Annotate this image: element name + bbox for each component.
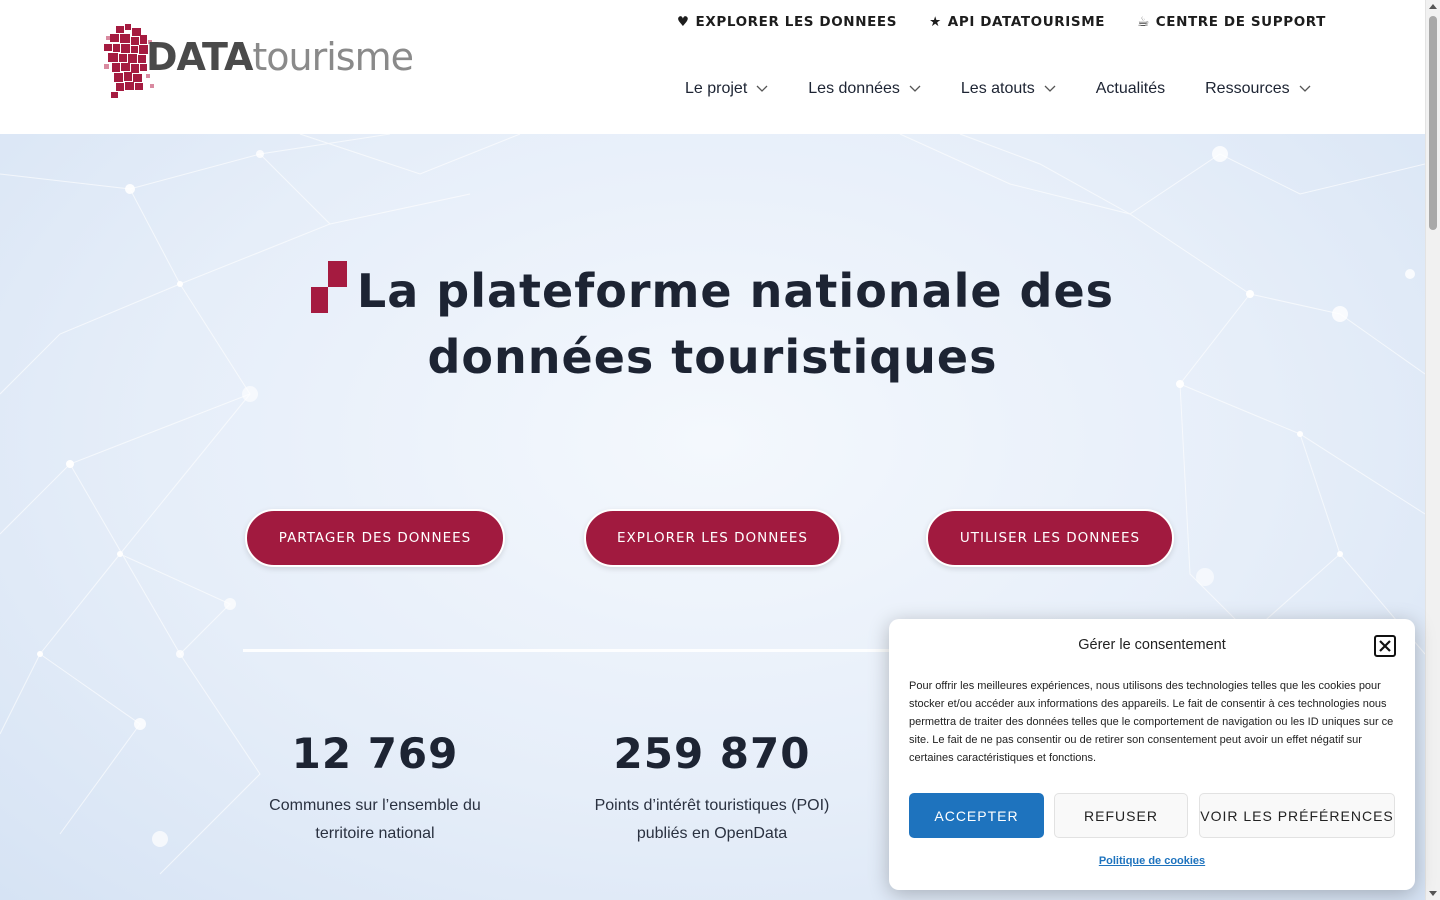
stat-label-line2: publiés en OpenData: [636, 825, 788, 842]
explorer-donnees-button[interactable]: EXPLORER LES DONNEES: [584, 509, 841, 567]
scrollbar-thumb[interactable]: [1429, 16, 1437, 230]
topnav-api-link[interactable]: ★ API DATATOURISME: [929, 14, 1105, 30]
stat-communes: 12 769 Communes sur l’ensemble du territ…: [225, 729, 525, 848]
consent-title: Gérer le consentement: [1078, 637, 1226, 653]
nav-item-label: Le projet: [685, 80, 748, 97]
utiliser-donnees-button[interactable]: UTILISER LES DONNEES: [926, 509, 1174, 567]
nav-item-label: Les atouts: [960, 80, 1035, 97]
stat-number: 259 870: [613, 729, 811, 778]
cookie-consent-dialog: Gérer le consentement Pour offrir les me…: [889, 619, 1415, 890]
topnav-label: EXPLORER LES DONNEES: [695, 14, 898, 30]
topnav-support-link[interactable]: ☕ CENTRE DE SUPPORT: [1137, 14, 1326, 30]
brand-square-mark: [310, 261, 347, 313]
topnav-label: API DATATOURISME: [947, 14, 1106, 30]
nav-item-label: Actualités: [1095, 80, 1166, 97]
datatourisme-logo[interactable]: DATAtourisme: [102, 22, 432, 100]
hero-title-line2: données touristiques: [427, 330, 998, 384]
topnav-explorer-link[interactable]: ♥ EXPLORER LES DONNEES: [677, 14, 897, 30]
partager-donnees-button[interactable]: PARTAGER DES DONNEES: [245, 509, 505, 567]
nav-item-ressources[interactable]: Ressources: [1205, 80, 1311, 98]
nav-item-les-donnees[interactable]: Les données: [808, 80, 921, 98]
logo-data-text: DATA: [146, 35, 253, 79]
close-icon[interactable]: [1374, 635, 1396, 657]
logo-wordmark: DATAtourisme: [146, 35, 414, 79]
nav-item-label: Ressources: [1205, 80, 1290, 97]
scroll-up-arrow-icon[interactable]: [1429, 4, 1437, 9]
stat-label: Points d’intérêt touristiques (POI) publ…: [562, 792, 862, 848]
hero-title: La plateforme nationale des données tour…: [0, 258, 1425, 390]
page-scrollbar[interactable]: [1425, 0, 1440, 900]
chevron-down-icon: [756, 85, 768, 92]
nav-item-actualites[interactable]: Actualités: [1096, 80, 1165, 98]
stat-label-line1: Communes sur l’ensemble du: [269, 797, 481, 814]
hero-title-line1: La plateforme nationale des: [356, 264, 1115, 318]
accept-cookies-button[interactable]: ACCEPTER: [909, 793, 1044, 838]
close-x-glyph: [1379, 640, 1391, 652]
topnav-label: CENTRE DE SUPPORT: [1155, 14, 1326, 30]
site-header: DATAtourisme ♥ EXPLORER LES DONNEES ★ API …: [0, 0, 1425, 134]
consent-body-text: Pour offrir les meilleures expériences, …: [909, 680, 1394, 764]
stat-label-line1: Points d’intérêt touristiques (POI): [594, 797, 830, 814]
logo-tourisme-text: tourisme: [252, 35, 414, 79]
scroll-down-arrow-icon[interactable]: [1429, 891, 1437, 896]
chevron-down-icon: [1299, 85, 1311, 92]
star-icon: ★: [929, 14, 942, 30]
main-nav: Le projet Les données Les atouts Actuali…: [685, 80, 1311, 98]
chevron-down-icon: [1044, 85, 1056, 92]
stat-poi: 259 870 Points d’intérêt touristiques (P…: [562, 729, 862, 848]
stat-label: Communes sur l’ensemble du territoire na…: [225, 792, 525, 848]
stat-number: 12 769: [291, 729, 459, 778]
cookie-policy-link[interactable]: Politique de cookies: [889, 855, 1415, 867]
refuse-cookies-button[interactable]: REFUSER: [1054, 793, 1188, 838]
nav-item-label: Les données: [808, 80, 900, 97]
heart-icon: ♥: [676, 14, 690, 30]
coffee-icon: ☕: [1137, 14, 1150, 30]
top-utility-nav: ♥ EXPLORER LES DONNEES ★ API DATATOURISME …: [677, 14, 1326, 30]
nav-item-le-projet[interactable]: Le projet: [685, 80, 768, 98]
view-preferences-button[interactable]: VOIR LES PRÉFÉRENCES: [1199, 793, 1395, 838]
chevron-down-icon: [909, 85, 921, 92]
stat-label-line2: territoire national: [315, 825, 435, 842]
nav-item-les-atouts[interactable]: Les atouts: [961, 80, 1056, 98]
